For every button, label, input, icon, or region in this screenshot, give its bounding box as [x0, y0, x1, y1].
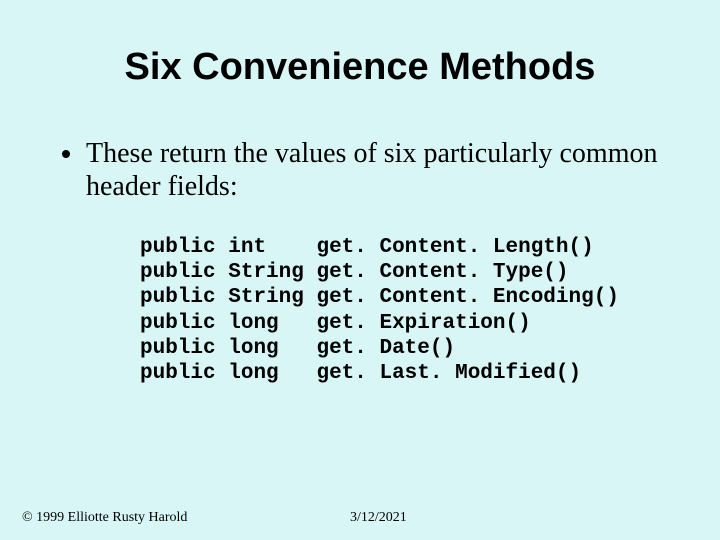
code-row: public String get. Content. Encoding()	[140, 285, 720, 310]
code-row: public long get. Last. Modified()	[140, 361, 720, 386]
code-mod: public	[140, 286, 216, 309]
bullet-text: These return the values of six particula…	[86, 137, 680, 203]
code-row: public int get. Content. Length()	[140, 235, 720, 260]
code-type: int	[228, 236, 266, 259]
code-mod: public	[140, 362, 216, 385]
code-mod: public	[140, 337, 216, 360]
code-row: public long get. Date()	[140, 336, 720, 361]
slide-title: Six Convenience Methods	[0, 0, 720, 89]
code-name: get. Content. Length()	[316, 236, 593, 259]
code-row: public String get. Content. Type()	[140, 260, 720, 285]
code-name: get. Expiration()	[316, 312, 530, 335]
bullet-list: These return the values of six particula…	[0, 137, 720, 203]
footer-copyright: © 1999 Elliotte Rusty Harold	[22, 510, 187, 526]
code-mod: public	[140, 312, 216, 335]
code-mod: public	[140, 261, 216, 284]
code-name: get. Content. Type()	[316, 261, 568, 284]
code-name: get. Last. Modified()	[316, 362, 581, 385]
code-type: String	[228, 261, 304, 284]
code-type: long	[228, 337, 278, 360]
code-mod: public	[140, 236, 216, 259]
code-name: get. Content. Encoding()	[316, 286, 618, 309]
code-row: public long get. Expiration()	[140, 311, 720, 336]
code-type: String	[228, 286, 304, 309]
code-type: long	[228, 312, 278, 335]
code-name: get. Date()	[316, 337, 455, 360]
code-type: long	[228, 362, 278, 385]
bullet-dot-icon	[62, 150, 70, 158]
bullet-item: These return the values of six particula…	[62, 137, 680, 203]
slide: Six Convenience Methods These return the…	[0, 0, 720, 540]
footer-date: 3/12/2021	[350, 510, 407, 526]
code-block: public int get. Content. Length() public…	[0, 235, 720, 386]
